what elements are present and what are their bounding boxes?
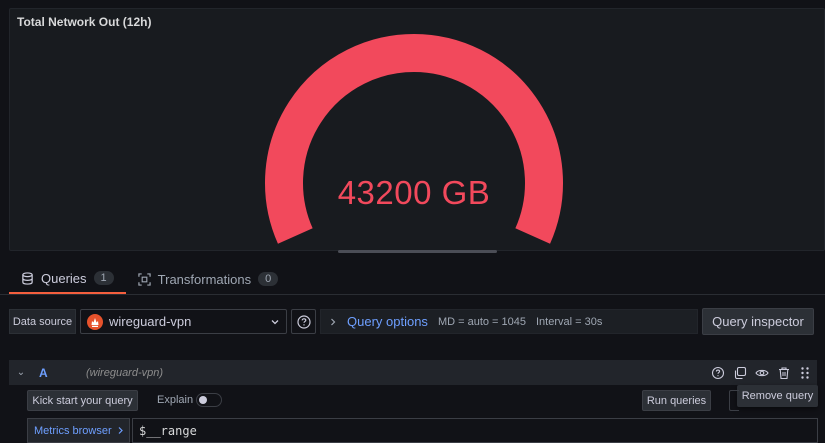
query-datasource-name: (wireguard-vpn) bbox=[86, 366, 164, 379]
copy-icon[interactable] bbox=[733, 366, 747, 380]
chevron-down-icon bbox=[271, 319, 279, 324]
tab-count-badge: 0 bbox=[258, 272, 279, 286]
query-options-interval: Interval = 30s bbox=[536, 315, 603, 328]
metrics-browser-button[interactable]: Metrics browser bbox=[27, 418, 130, 443]
transform-icon bbox=[137, 272, 151, 286]
trash-icon[interactable] bbox=[777, 366, 791, 380]
tab-label: Queries bbox=[41, 270, 87, 286]
chevron-right-icon bbox=[331, 318, 336, 325]
kick-start-button[interactable]: Kick start your query bbox=[27, 390, 138, 411]
query-ref-id[interactable]: A bbox=[33, 366, 69, 380]
tab-queries[interactable]: Queries 1 bbox=[9, 264, 126, 294]
prometheus-icon bbox=[87, 313, 103, 330]
data-source-picker[interactable]: wireguard-vpn bbox=[80, 309, 287, 334]
tabs-divider bbox=[0, 294, 825, 295]
explain-label: Explain bbox=[157, 394, 194, 406]
question-circle-icon[interactable] bbox=[711, 366, 725, 380]
query-row-header: ⌄ A (wireguard-vpn) bbox=[9, 360, 817, 385]
data-source-help-button[interactable] bbox=[291, 309, 316, 334]
explain-toggle[interactable] bbox=[196, 393, 222, 407]
collapse-chevron-icon[interactable]: ⌄ bbox=[9, 367, 33, 378]
remove-query-tooltip: Remove query bbox=[737, 385, 818, 407]
gauge-chart bbox=[265, 34, 563, 244]
run-queries-button[interactable]: Run queries bbox=[642, 390, 711, 411]
gauge-value: 43200 GB bbox=[337, 174, 491, 211]
query-options-title: Query options bbox=[347, 314, 428, 329]
panel-title: Total Network Out (12h) bbox=[17, 15, 152, 29]
tab-count-badge: 1 bbox=[93, 271, 114, 285]
tab-transformations[interactable]: Transformations 0 bbox=[126, 264, 291, 294]
tab-label: Transformations bbox=[157, 271, 252, 287]
eye-icon[interactable] bbox=[755, 366, 769, 380]
database-icon bbox=[22, 271, 33, 285]
query-row-actions bbox=[711, 366, 817, 380]
data-source-value: wireguard-vpn bbox=[109, 314, 192, 329]
run-queries-menu-edge[interactable] bbox=[729, 390, 739, 411]
question-circle-icon bbox=[296, 314, 311, 329]
chevron-right-icon bbox=[118, 427, 123, 434]
data-source-label: Data source bbox=[9, 309, 76, 334]
query-inspector-button[interactable]: Query inspector bbox=[702, 308, 814, 335]
resize-handle[interactable] bbox=[338, 250, 497, 253]
query-options-toggle[interactable]: Query options MD = auto = 1045 Interval … bbox=[320, 309, 698, 334]
query-options-md: MD = auto = 1045 bbox=[437, 315, 526, 328]
drag-handle-icon[interactable] bbox=[799, 366, 811, 380]
toggle-knob bbox=[199, 396, 207, 404]
editor-tabs: Queries 1 Transformations 0 bbox=[9, 264, 290, 295]
metrics-browser-label: Metrics browser bbox=[34, 424, 112, 437]
query-expression-input[interactable]: $__range bbox=[132, 418, 818, 443]
